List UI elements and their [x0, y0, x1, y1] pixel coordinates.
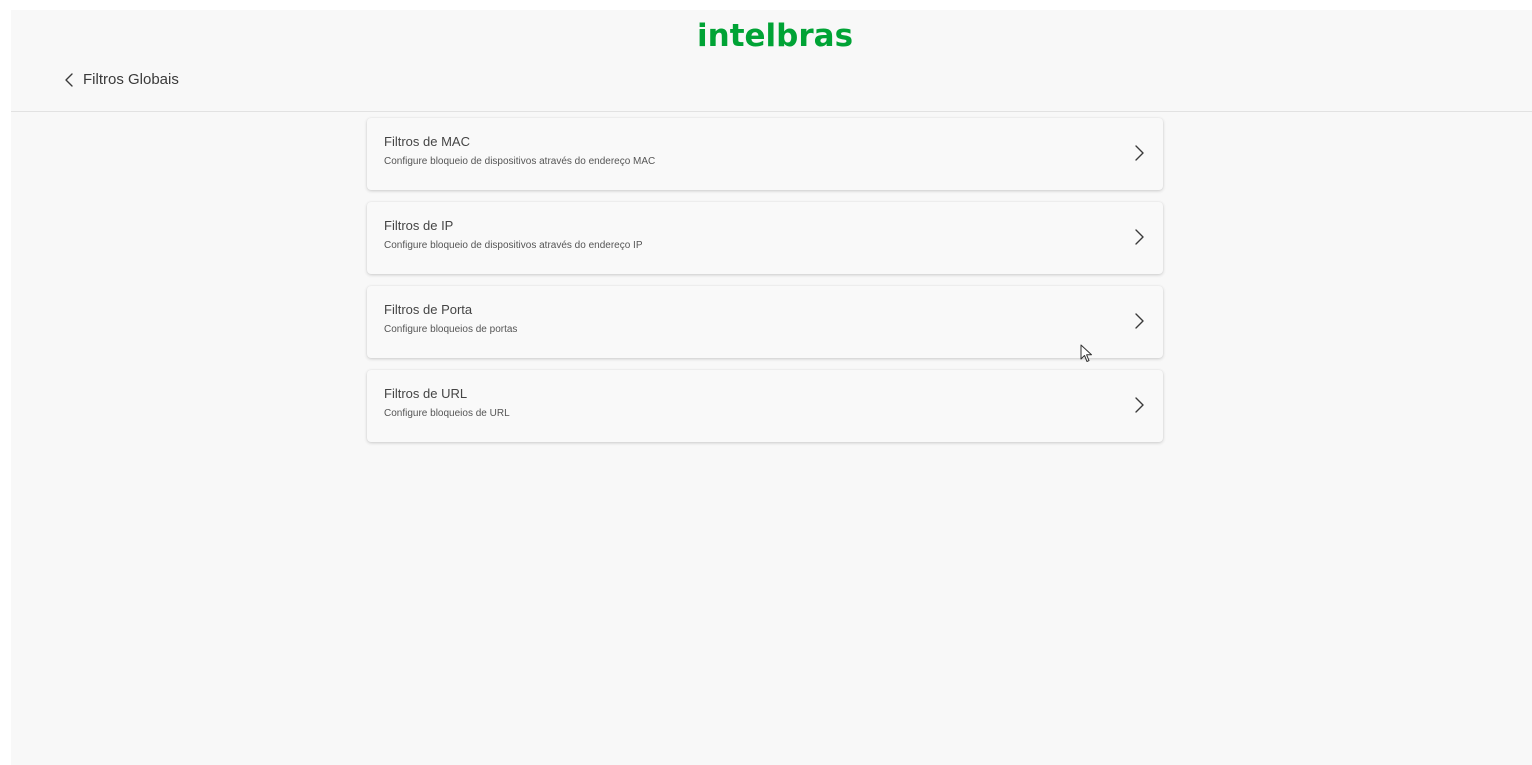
- filter-card-title: Filtros de IP: [384, 218, 454, 233]
- filter-card-description: Configure bloqueios de URL: [384, 408, 510, 419]
- filter-card-title: Filtros de URL: [384, 386, 468, 401]
- filter-card-description: Configure bloqueio de dispositivos atrav…: [384, 240, 643, 251]
- filter-card-porta[interactable]: Filtros de Porta Configure bloqueios de …: [367, 286, 1163, 358]
- filter-card-description: Configure bloqueios de portas: [384, 324, 518, 335]
- filter-card-url[interactable]: Filtros de URL Configure bloqueios de UR…: [367, 370, 1163, 442]
- chevron-right-icon: [1133, 311, 1145, 331]
- filter-list: Filtros de MAC Configure bloqueio de dis…: [367, 118, 1163, 454]
- chevron-left-icon: [63, 72, 77, 88]
- page-title: Filtros Globais: [83, 71, 179, 88]
- app-frame: intelbras Filtros Globais Filtros de MAC…: [11, 10, 1532, 765]
- filter-card-description: Configure bloqueio de dispositivos atrav…: [384, 156, 656, 167]
- back-button[interactable]: Filtros Globais: [63, 68, 179, 92]
- chevron-right-icon: [1133, 227, 1145, 247]
- chevron-right-icon: [1133, 143, 1145, 163]
- chevron-right-icon: [1133, 395, 1145, 415]
- filter-card-ip[interactable]: Filtros de IP Configure bloqueio de disp…: [367, 202, 1163, 274]
- mouse-pointer-icon: [1080, 344, 1094, 364]
- filter-card-title: Filtros de MAC: [384, 134, 470, 149]
- intelbras-logo: intelbras: [697, 18, 854, 54]
- filter-card-title: Filtros de Porta: [384, 302, 473, 317]
- filter-card-mac[interactable]: Filtros de MAC Configure bloqueio de dis…: [367, 118, 1163, 190]
- top-header: intelbras Filtros Globais: [11, 10, 1532, 112]
